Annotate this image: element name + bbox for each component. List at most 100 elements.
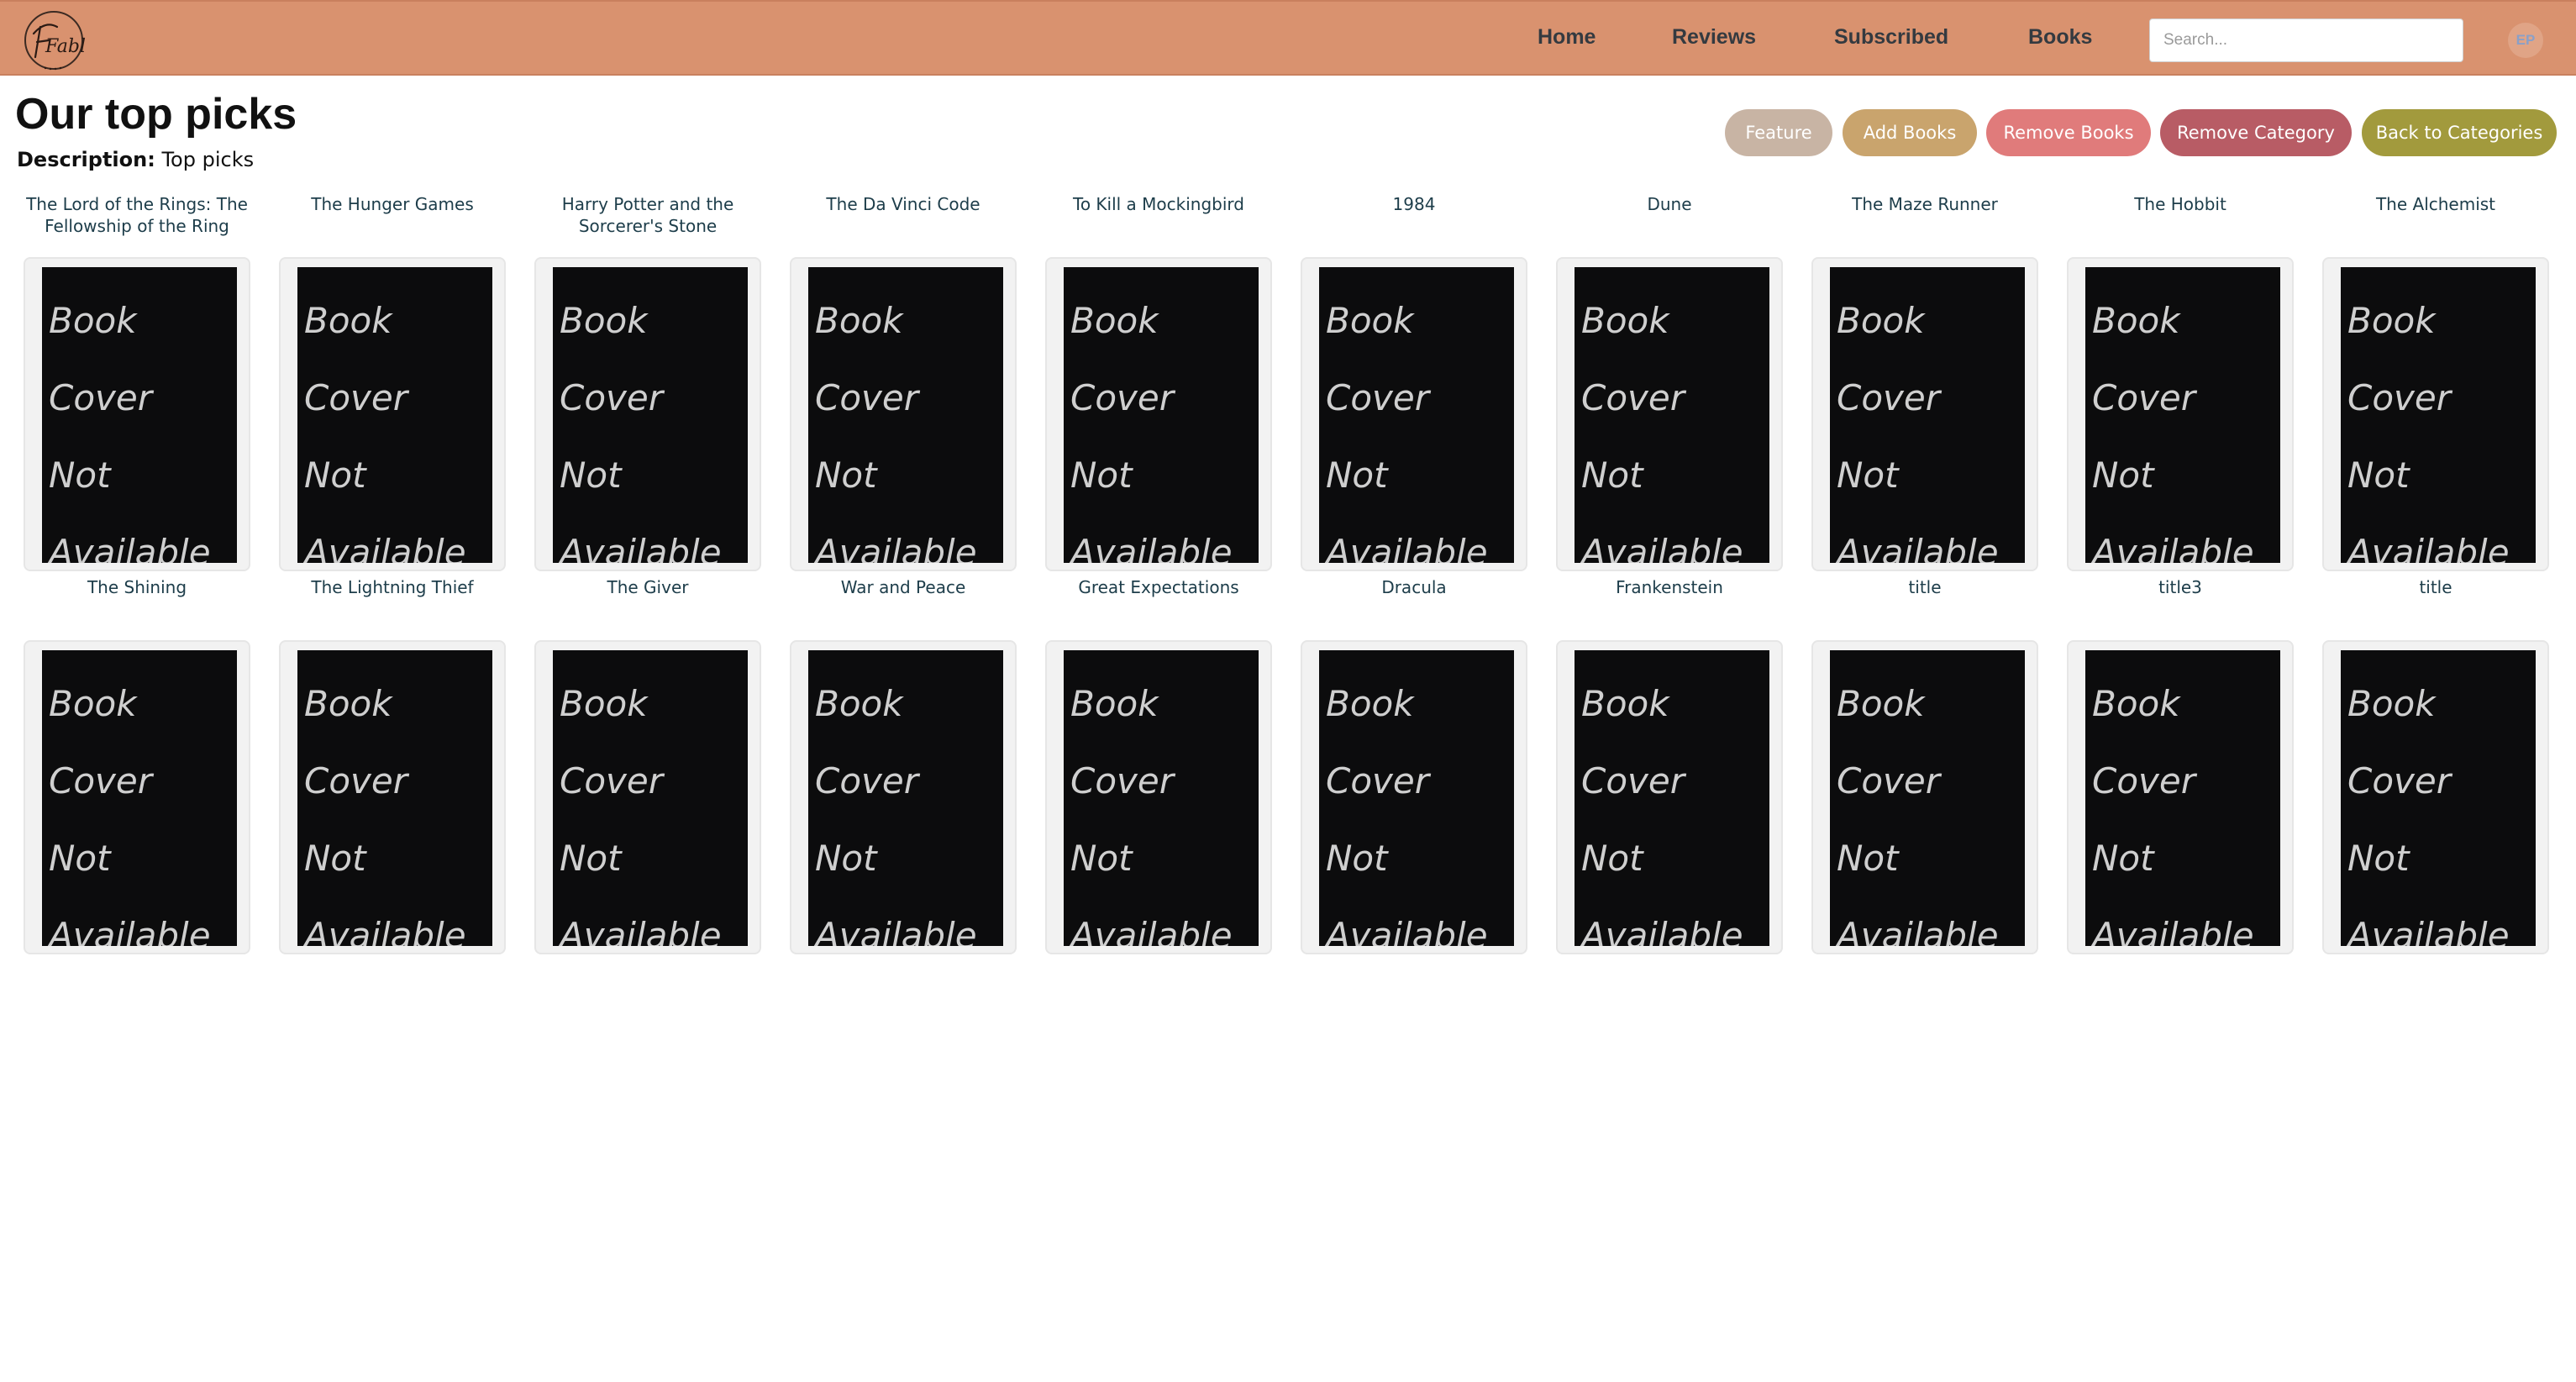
book-card[interactable]: Book Cover Not Available [24,640,250,954]
cover-placeholder-text: Book Cover Not Available [560,300,722,563]
cover-placeholder-text: Book Cover Not Available [1070,300,1233,563]
book-title[interactable]: Dune [1548,193,1791,244]
book-card[interactable]: Book Cover Not Available [1301,257,1527,571]
book-card[interactable]: Book Cover Not Available [24,257,250,571]
book-cover-placeholder: Book Cover Not Available [553,650,748,946]
svg-text:Fabl: Fabl [45,36,86,57]
book-title[interactable]: The Alchemist [2314,193,2558,244]
book-card[interactable]: Book Cover Not Available [534,640,761,954]
book-item: The Lord of the Rings: The Fellowship of… [24,193,250,571]
book-cover-placeholder: Book Cover Not Available [2341,267,2536,563]
book-item: 1984 Book Cover Not Available [1301,193,1527,571]
nav-books[interactable]: Books [2028,25,2092,50]
book-title[interactable]: Great Expectations [1037,576,1280,627]
book-card[interactable]: Book Cover Not Available [1811,257,2038,571]
book-card[interactable]: Book Cover Not Available [1556,640,1783,954]
book-card[interactable]: Book Cover Not Available [279,640,506,954]
book-title[interactable]: title3 [2058,576,2302,627]
book-cover-placeholder: Book Cover Not Available [1575,267,1769,563]
book-item: title Book Cover Not Available [1811,576,2038,954]
book-cover-placeholder: Book Cover Not Available [297,650,492,946]
remove-category-button[interactable]: Remove Category [2160,109,2352,156]
cover-placeholder-text: Book Cover Not Available [1837,683,1999,946]
book-item: title Book Cover Not Available [2322,576,2549,954]
cover-placeholder-text: Book Cover Not Available [1581,683,1743,946]
book-item: The Lightning Thief Book Cover Not Availa… [279,576,506,954]
book-title[interactable]: War and Peace [781,576,1025,627]
book-title[interactable]: title [1803,576,2047,627]
nav-home[interactable]: Home [1538,25,1596,50]
cover-placeholder-text: Book Cover Not Available [2347,300,2510,563]
back-to-categories-button[interactable]: Back to Categories [2362,109,2557,156]
description-value: Top picks [161,148,255,171]
book-card[interactable]: Book Cover Not Available [1301,640,1527,954]
book-cover-placeholder: Book Cover Not Available [297,267,492,563]
book-title[interactable]: Harry Potter and the Sorcerer's Stone [526,193,770,244]
cover-placeholder-text: Book Cover Not Available [1326,683,1488,946]
book-item: The Alchemist Book Cover Not Available [2322,193,2549,571]
book-card[interactable]: Book Cover Not Available [790,257,1017,571]
fabl-logo[interactable]: Fabl [20,8,87,72]
book-title[interactable]: title [2314,576,2558,627]
book-card[interactable]: Book Cover Not Available [534,257,761,571]
book-card[interactable]: Book Cover Not Available [790,640,1017,954]
book-card[interactable]: Book Cover Not Available [2322,640,2549,954]
category-description: Description: Top picks [17,148,254,171]
book-title[interactable]: To Kill a Mockingbird [1037,193,1280,244]
book-card[interactable]: Book Cover Not Available [2067,640,2294,954]
book-card[interactable]: Book Cover Not Available [1045,257,1272,571]
cover-placeholder-text: Book Cover Not Available [815,683,977,946]
search-input[interactable] [2149,18,2463,62]
book-title[interactable]: The Maze Runner [1803,193,2047,244]
book-item: Dune Book Cover Not Available [1556,193,1783,571]
remove-books-button[interactable]: Remove Books [1986,109,2151,156]
book-card[interactable]: Book Cover Not Available [1045,640,1272,954]
book-cover-placeholder: Book Cover Not Available [1064,650,1259,946]
book-title[interactable]: The Lord of the Rings: The Fellowship of… [15,193,259,244]
nav-reviews[interactable]: Reviews [1672,25,1756,50]
navbar: Fabl Home Reviews Subscribed Books EP [0,0,2576,76]
add-books-button[interactable]: Add Books [1843,109,1977,156]
book-item: title3 Book Cover Not Available [2067,576,2294,954]
book-title[interactable]: Dracula [1292,576,1536,627]
book-card[interactable]: Book Cover Not Available [2322,257,2549,571]
avatar[interactable]: EP [2508,23,2543,58]
book-item: The Maze Runner Book Cover Not Available [1811,193,2038,571]
book-cover-placeholder: Book Cover Not Available [808,650,1003,946]
book-cover-placeholder: Book Cover Not Available [2085,650,2280,946]
book-title[interactable]: The Shining [15,576,259,627]
book-title[interactable]: 1984 [1292,193,1536,244]
cover-placeholder-text: Book Cover Not Available [49,300,211,563]
book-title[interactable]: The Lightning Thief [271,576,514,627]
book-cover-placeholder: Book Cover Not Available [1575,650,1769,946]
book-cover-placeholder: Book Cover Not Available [42,267,237,563]
book-item: The Shining Book Cover Not Available [24,576,250,954]
book-title[interactable]: The Giver [526,576,770,627]
cover-placeholder-text: Book Cover Not Available [1837,300,1999,563]
cover-placeholder-text: Book Cover Not Available [2092,300,2254,563]
book-item: Frankenstein Book Cover Not Available [1556,576,1783,954]
cover-placeholder-text: Book Cover Not Available [304,683,466,946]
cover-placeholder-text: Book Cover Not Available [1326,300,1488,563]
cover-placeholder-text: Book Cover Not Available [2092,683,2254,946]
cover-placeholder-text: Book Cover Not Available [49,683,211,946]
book-cover-placeholder: Book Cover Not Available [2085,267,2280,563]
book-cover-placeholder: Book Cover Not Available [553,267,748,563]
book-title[interactable]: The Hobbit [2058,193,2302,244]
book-item: The Hobbit Book Cover Not Available [2067,193,2294,571]
page-title: Our top picks [15,90,297,139]
book-item: Harry Potter and the Sorcerer's Stone Boo… [534,193,761,571]
nav-subscribed[interactable]: Subscribed [1834,25,1948,50]
book-cover-placeholder: Book Cover Not Available [808,267,1003,563]
book-title[interactable]: The Da Vinci Code [781,193,1025,244]
book-item: To Kill a Mockingbird Book Cover Not Avai… [1045,193,1272,571]
feature-button[interactable]: Feature [1725,109,1832,156]
book-card[interactable]: Book Cover Not Available [2067,257,2294,571]
book-card[interactable]: Book Cover Not Available [1811,640,2038,954]
book-card[interactable]: Book Cover Not Available [1556,257,1783,571]
book-item: Dracula Book Cover Not Available [1301,576,1527,954]
book-title[interactable]: Frankenstein [1548,576,1791,627]
book-card[interactable]: Book Cover Not Available [279,257,506,571]
book-cover-placeholder: Book Cover Not Available [1830,650,2025,946]
book-title[interactable]: The Hunger Games [271,193,514,244]
